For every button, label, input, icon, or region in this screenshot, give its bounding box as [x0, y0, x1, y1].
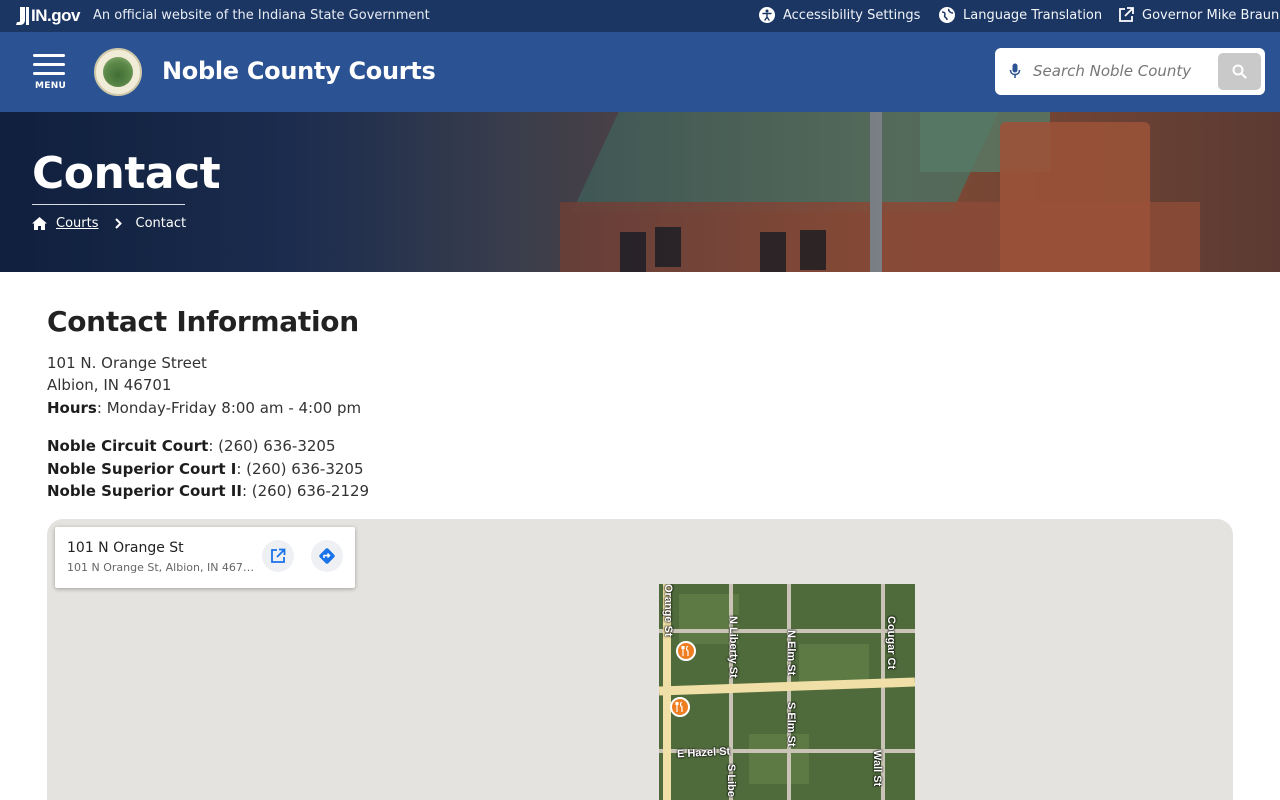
breadcrumb-courts-link[interactable]: Courts [56, 216, 99, 231]
street-label: Orange St [662, 584, 674, 637]
home-icon[interactable] [32, 217, 47, 230]
hours-line: Hours: Monday-Friday 8:00 am - 4:00 pm [47, 399, 361, 417]
hours-label: Hours [47, 399, 97, 417]
court-phone-row: Noble Superior Court II: (260) 636-2129 [47, 482, 369, 500]
menu-label: MENU [35, 81, 67, 91]
open-in-maps-button[interactable] [262, 540, 294, 572]
menu-button[interactable]: MENU [33, 54, 67, 92]
address-line-1: 101 N. Orange Street [47, 354, 207, 372]
street-label: S Libe [725, 764, 737, 798]
hours-value: : Monday-Friday 8:00 am - 4:00 pm [96, 399, 362, 417]
page-title: Contact [32, 148, 221, 199]
street-label: Wall St [871, 750, 883, 787]
accessibility-label: Accessibility Settings [783, 7, 921, 23]
address-line-2: Albion, IN 46701 [47, 376, 172, 394]
external-link-icon [1119, 7, 1134, 22]
restaurant-pin-icon[interactable] [676, 641, 696, 661]
microphone-icon[interactable] [1009, 63, 1021, 79]
site-title[interactable]: Noble County Courts [162, 57, 436, 85]
logo-text: IN.gov [31, 6, 80, 25]
directions-icon [319, 548, 335, 564]
court-phone-row: Noble Superior Court I: (260) 636-3205 [47, 460, 364, 478]
street-label: N Liberty St [727, 616, 739, 678]
court-phone: : (260) 636-3205 [236, 460, 364, 478]
court-name: Noble Circuit Court [47, 437, 209, 455]
globe-icon [939, 7, 955, 23]
language-translation-link[interactable]: Language Translation [939, 7, 1102, 23]
place-address: 101 N Orange St, Albion, IN 46701 [67, 561, 255, 574]
court-phone-row: Noble Circuit Court: (260) 636-3205 [47, 437, 336, 455]
open-external-icon [271, 548, 286, 563]
accessibility-settings-link[interactable]: Accessibility Settings [759, 7, 920, 23]
search-input[interactable] [1033, 56, 1203, 86]
map-satellite-tile[interactable]: Orange St N Liberty St N Elm St Cougar C… [659, 584, 915, 800]
seal-emblem [103, 57, 133, 87]
breadcrumb: Courts Contact [32, 216, 186, 231]
governor-label: Governor Mike Braun [1142, 7, 1280, 23]
county-seal-logo[interactable] [94, 48, 142, 96]
in-gov-logo[interactable]: IN.gov [16, 6, 80, 26]
title-divider [32, 204, 185, 205]
accessibility-icon [759, 7, 775, 23]
map-road [787, 584, 791, 800]
court-name: Noble Superior Court II [47, 482, 242, 500]
embedded-map[interactable]: 101 N Orange St 101 N Orange St, Albion,… [47, 519, 1233, 800]
search-icon [1232, 64, 1247, 79]
hamburger-icon [33, 54, 65, 57]
site-header: MENU Noble County Courts [0, 32, 1280, 112]
breadcrumb-current: Contact [135, 216, 187, 231]
map-block [749, 734, 809, 784]
map-block [799, 644, 869, 684]
map-place-card: 101 N Orange St 101 N Orange St, Albion,… [55, 527, 355, 588]
court-phone: : (260) 636-2129 [241, 482, 370, 500]
directions-button[interactable] [311, 540, 343, 572]
street-label: E Hazel St [676, 745, 731, 761]
contact-heading: Contact Information [47, 305, 359, 338]
street-label: S Elm St [785, 702, 797, 747]
search-button[interactable] [1218, 53, 1261, 90]
court-phone: : (260) 636-3205 [208, 437, 336, 455]
chevron-right-icon [114, 218, 122, 229]
state-bar: IN.gov An official website of the Indian… [0, 0, 1280, 32]
search-box [995, 48, 1265, 95]
hamburger-bar [33, 72, 65, 75]
restaurant-pin-icon[interactable] [670, 697, 690, 717]
place-title: 101 N Orange St [67, 540, 184, 556]
street-label: Cougar Ct [885, 616, 897, 670]
governor-link[interactable]: Governor Mike Braun [1118, 7, 1279, 23]
court-name: Noble Superior Court I [47, 460, 237, 478]
hero-banner: Contact Courts Contact [0, 112, 1280, 272]
in-gov-mark-icon [16, 7, 29, 25]
language-label: Language Translation [963, 7, 1103, 23]
street-label: N Elm St [785, 630, 797, 676]
official-notice: An official website of the Indiana State… [93, 8, 430, 23]
hamburger-bar [33, 63, 65, 66]
